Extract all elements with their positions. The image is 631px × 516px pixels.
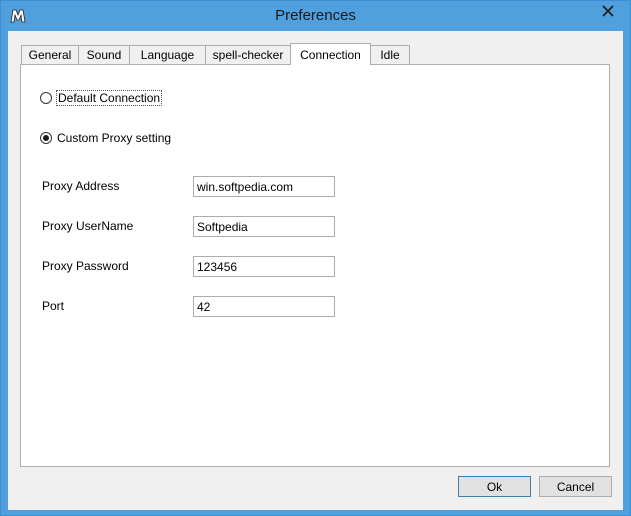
custom-proxy-radio[interactable] [40, 132, 52, 144]
close-icon [601, 4, 614, 20]
connection-panel: Default Connection Custom Proxy setting … [20, 64, 610, 467]
custom-proxy-option[interactable]: Custom Proxy setting [40, 131, 171, 145]
proxy-username-label: Proxy UserName [42, 219, 134, 233]
close-button[interactable] [591, 2, 624, 22]
port-input[interactable] [193, 296, 335, 317]
proxy-password-input[interactable] [193, 256, 335, 277]
custom-proxy-label: Custom Proxy setting [57, 131, 172, 145]
tab-sound[interactable]: Sound [78, 45, 130, 64]
default-connection-radio[interactable] [40, 92, 52, 104]
preferences-window: Preferences General Sound Language spell… [0, 0, 631, 516]
proxy-address-input[interactable] [193, 176, 335, 197]
default-connection-option[interactable]: Default Connection [40, 90, 163, 106]
proxy-password-label: Proxy Password [42, 259, 129, 273]
tab-general[interactable]: General [21, 45, 79, 64]
port-label: Port [42, 299, 65, 313]
title-bar[interactable]: Preferences [1, 1, 630, 31]
proxy-username-input[interactable] [193, 216, 335, 237]
proxy-address-label: Proxy Address [42, 179, 120, 193]
window-title: Preferences [275, 7, 356, 24]
default-connection-label: Default Connection [55, 90, 163, 106]
tab-language[interactable]: Language [129, 45, 206, 64]
ok-button[interactable]: Ok [458, 476, 531, 497]
tab-spell-checker[interactable]: spell-checker [205, 45, 291, 64]
dialog-body: General Sound Language spell-checker Con… [8, 31, 623, 510]
tab-connection[interactable]: Connection [290, 43, 371, 65]
tab-idle[interactable]: Idle [370, 45, 410, 64]
cancel-button[interactable]: Cancel [539, 476, 612, 497]
